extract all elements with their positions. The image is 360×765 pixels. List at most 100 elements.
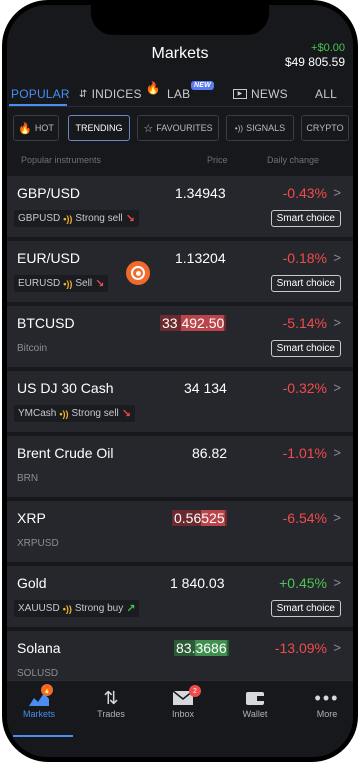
instrument-symbol: XAUUSD (18, 603, 60, 614)
indices-icon: ⇵ (79, 88, 88, 100)
chevron-right-icon[interactable]: > (333, 510, 341, 525)
chevron-right-icon[interactable]: > (333, 185, 341, 200)
smart-choice-badge[interactable]: Smart choice (270, 600, 341, 617)
arrow-down-right-icon: ↘ (95, 278, 105, 290)
smart-choice-badge[interactable]: Smart choice (270, 275, 341, 292)
instrument-price: 0.56525 (172, 510, 227, 526)
tab-indices[interactable]: ⇵ INDICES 🔥 (79, 81, 161, 101)
nav-markets-label: Markets (22, 709, 55, 719)
tab-news[interactable]: ▶ NEWS (233, 87, 288, 101)
inbox-icon: 2 (153, 685, 213, 709)
wallet-icon (225, 687, 285, 709)
price-tail: 492.50 (181, 315, 225, 331)
instrument-price: 33 492.50 (160, 315, 227, 331)
chevron-right-icon[interactable]: > (333, 445, 341, 460)
instrument-name: US DJ 30 Cash (17, 380, 114, 396)
device-notch (91, 5, 269, 35)
active-tab-indicator (9, 104, 67, 106)
flame-icon: 🔥 (18, 122, 32, 135)
chip-hot[interactable]: 🔥 HOT (13, 115, 59, 141)
signal-waves-icon: •)) (63, 278, 73, 289)
signal-badge[interactable]: GBPUSD •)) Strong sell ↘ (14, 210, 139, 227)
chip-trending[interactable]: TRENDING (68, 115, 130, 141)
smart-choice-badge[interactable]: Smart choice (270, 340, 341, 357)
instrument-symbol: GBPUSD (18, 213, 61, 224)
tab-lab[interactable]: LAB NEW (167, 81, 214, 101)
daily-change: -6.54% (282, 510, 327, 526)
daily-change: -0.18% (282, 250, 327, 266)
category-tabs: POPULAR ⇵ INDICES 🔥 LAB NEW ▶ NEWS ALL (7, 81, 353, 107)
daily-change: +0.45% (279, 575, 327, 591)
price-head: 0.56 (174, 510, 202, 526)
instrument-symbol: EURUSD (18, 278, 61, 289)
nav-inbox[interactable]: 2 Inbox (153, 685, 213, 719)
nav-markets[interactable]: 🔥 Markets (9, 684, 69, 719)
instrument-name: Gold (17, 575, 47, 591)
table-row[interactable]: EUR/USD 1.13204 -0.18% > EURUSD •)) Sell… (7, 241, 353, 302)
target-ring (131, 266, 145, 280)
tab-popular-label: POPULAR (11, 87, 70, 101)
chevron-right-icon[interactable]: > (333, 315, 341, 330)
signal-badge[interactable]: XAUUSD •)) Strong buy ↗ (14, 600, 140, 617)
smart-choice-badge[interactable]: Smart choice (270, 210, 341, 227)
table-row[interactable]: XRP 0.56525 -6.54% > XRPUSD (7, 501, 353, 562)
signal-badge[interactable]: EURUSD •)) Sell ↘ (14, 275, 109, 292)
signal-label: Strong sell (75, 213, 123, 224)
chevron-right-icon[interactable]: > (333, 250, 341, 265)
nav-wallet[interactable]: Wallet (225, 687, 285, 719)
daily-change: -0.43% (282, 185, 327, 201)
instrument-name: Solana (17, 640, 61, 656)
table-row[interactable]: US DJ 30 Cash 34 134 -0.32% > YMCash •))… (7, 371, 353, 432)
instrument-price: 83.3686 (174, 640, 229, 656)
signal-waves-icon: •)) (234, 123, 244, 133)
account-summary[interactable]: +$0.00 $49 805.59 (285, 41, 345, 69)
phone-frame: Markets +$0.00 $49 805.59 POPULAR ⇵ INDI… (2, 0, 358, 762)
signal-label: Sell (75, 278, 93, 289)
tab-news-label: NEWS (251, 87, 288, 101)
chip-crypto-label: CRYPTO (306, 123, 344, 133)
instrument-price: 1 840.03 (170, 575, 225, 591)
chevron-right-icon[interactable]: > (333, 575, 341, 590)
account-balance: $49 805.59 (284, 55, 345, 69)
table-row[interactable]: BTCUSD 33 492.50 -5.14% > Bitcoin Smart … (7, 306, 353, 367)
chip-favourites[interactable]: ☆ FAVOURITES (137, 115, 219, 141)
tab-all-label: ALL (315, 87, 337, 101)
instrument-price: 1.13204 (175, 250, 226, 266)
price-tail: 3686 (195, 640, 227, 656)
column-header: Popular instruments Price Daily change (7, 155, 353, 169)
inbox-badge: 2 (189, 685, 201, 697)
price-head: 83. (176, 640, 196, 656)
signal-badge[interactable]: YMCash •)) Strong sell ↘ (14, 405, 135, 422)
tab-all[interactable]: ALL (315, 87, 337, 101)
instrument-name: BTCUSD (17, 315, 75, 331)
nav-trades-label: Trades (97, 709, 125, 719)
table-row[interactable]: Gold 1 840.03 +0.45% > XAUUSD •)) Strong… (7, 566, 353, 627)
chip-signals[interactable]: •)) SIGNALS (226, 115, 294, 141)
table-row[interactable]: GBP/USD 1.34943 -0.43% > GBPUSD •)) Stro… (7, 176, 353, 237)
chevron-right-icon[interactable]: > (333, 640, 341, 655)
chip-signals-label: SIGNALS (246, 123, 286, 133)
instrument-subtitle: BRN (17, 473, 39, 484)
instrument-price: 86.82 (192, 445, 228, 461)
app-screen: Markets +$0.00 $49 805.59 POPULAR ⇵ INDI… (7, 5, 353, 757)
instrument-name: XRP (17, 510, 46, 526)
instrument-subtitle: Bitcoin (17, 343, 48, 354)
new-badge: NEW (191, 81, 214, 90)
instrument-name: Brent Crude Oil (17, 445, 114, 461)
nav-more[interactable]: ••• More (297, 687, 353, 720)
nav-trades[interactable]: ⇅ Trades (81, 687, 141, 720)
col-price: Price (207, 155, 228, 165)
col-instrument: Popular instruments (21, 155, 102, 165)
table-row[interactable]: Brent Crude Oil 86.82 -1.01% > BRN (7, 436, 353, 497)
chip-crypto[interactable]: CRYPTO (301, 115, 349, 141)
instrument-name: EUR/USD (17, 250, 81, 266)
signal-waves-icon: •)) (59, 408, 69, 419)
signal-waves-icon: •)) (62, 603, 72, 614)
more-dots-icon: ••• (314, 687, 340, 708)
instrument-subtitle: XRPUSD (17, 538, 59, 549)
chevron-right-icon[interactable]: > (333, 380, 341, 395)
flame-icon: 🔥 (145, 81, 161, 95)
tab-popular[interactable]: POPULAR (11, 87, 70, 101)
chip-trending-label: TRENDING (75, 123, 123, 133)
target-icon[interactable] (126, 261, 150, 285)
